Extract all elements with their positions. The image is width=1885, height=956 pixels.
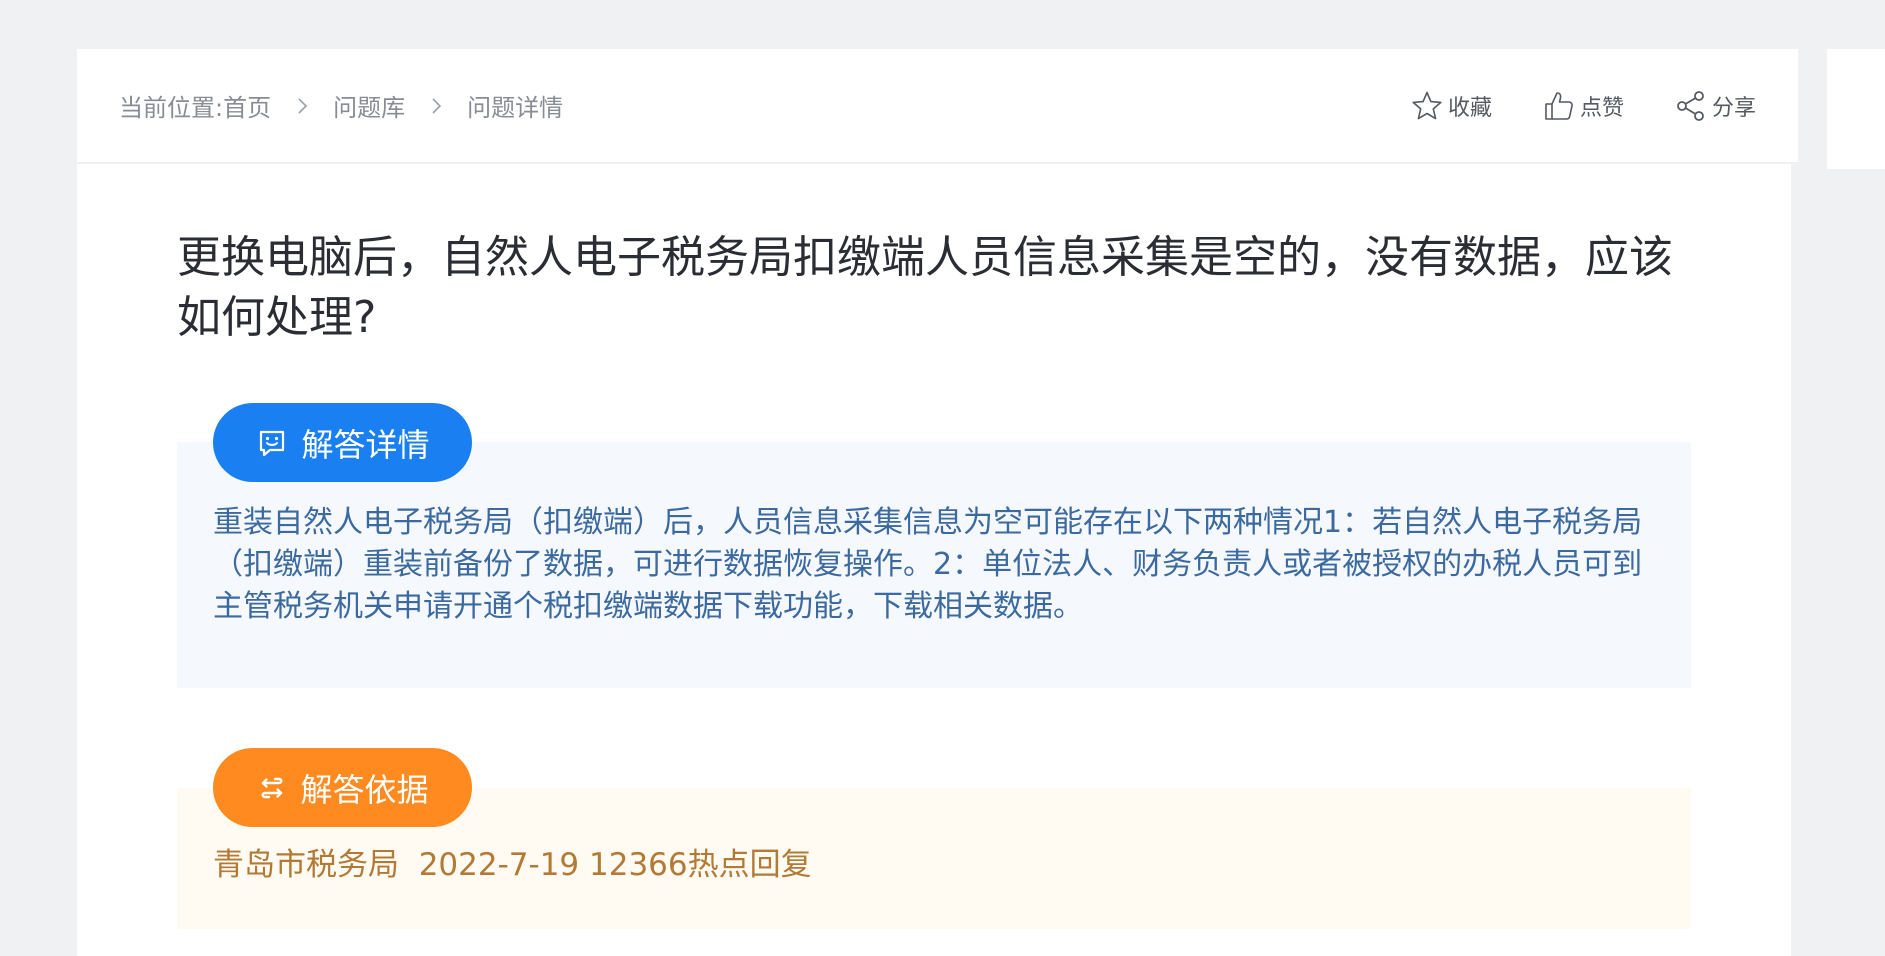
answer-detail-badge: 解答详情: [213, 403, 472, 482]
like-button[interactable]: 点赞: [1542, 89, 1624, 123]
answer-detail-label: 解答详情: [301, 425, 430, 464]
breadcrumb: 当前位置: 首页 问题库 问题详情: [119, 88, 563, 123]
like-label: 点赞: [1579, 95, 1624, 121]
chat-smile-icon: [255, 426, 301, 460]
answer-basis-badge: 解答依据: [213, 748, 472, 827]
share-label: 分享: [1711, 95, 1756, 121]
question-detail-card: 更换电脑后，自然人电子税务局扣缴端人员信息采集是空的，没有数据，应该如何处理? …: [77, 164, 1791, 956]
breadcrumb-current: 问题详情: [467, 94, 564, 122]
favorite-label: 收藏: [1447, 95, 1492, 121]
share-button[interactable]: 分享: [1674, 89, 1756, 123]
answer-basis-label: 解答依据: [300, 770, 429, 809]
thumbs-up-icon: [1542, 89, 1580, 123]
question-title: 更换电脑后，自然人电子税务局扣缴端人员信息采集是空的，没有数据，应该如何处理?: [177, 232, 1673, 343]
breadcrumb-question-library-link[interactable]: 问题库: [333, 88, 405, 123]
chevron-right-icon: [291, 95, 313, 117]
side-panel: [1827, 49, 1885, 169]
star-outline-icon: [1410, 89, 1448, 123]
basis-section: 解答依据 青岛市税务局 2022-7-19 12366热点回复: [177, 748, 1691, 956]
action-group: 收藏 点赞 分享: [1410, 89, 1756, 123]
page: 当前位置: 首页 问题库 问题详情 收藏 点赞 分享 更换电脑后，自然人电子税务…: [0, 0, 1885, 956]
basis-text: 青岛市税务局 2022-7-19 12366热点回复: [213, 847, 812, 883]
favorite-button[interactable]: 收藏: [1410, 89, 1492, 123]
share-icon: [1674, 89, 1712, 123]
answer-text: 重装自然人电子税务局（扣缴端）后，人员信息采集信息为空可能存在以下两种情况1：若…: [213, 505, 1643, 624]
breadcrumb-prefix: 当前位置:: [119, 94, 224, 122]
answer-section: 解答详情 重装自然人电子税务局（扣缴端）后，人员信息采集信息为空可能存在以下两种…: [177, 403, 1691, 688]
top-bar: 当前位置: 首页 问题库 问题详情 收藏 点赞 分享: [77, 49, 1798, 163]
chevron-right-icon: [425, 95, 447, 117]
breadcrumb-home-link[interactable]: 首页: [223, 88, 271, 123]
swap-icon: [256, 772, 300, 804]
